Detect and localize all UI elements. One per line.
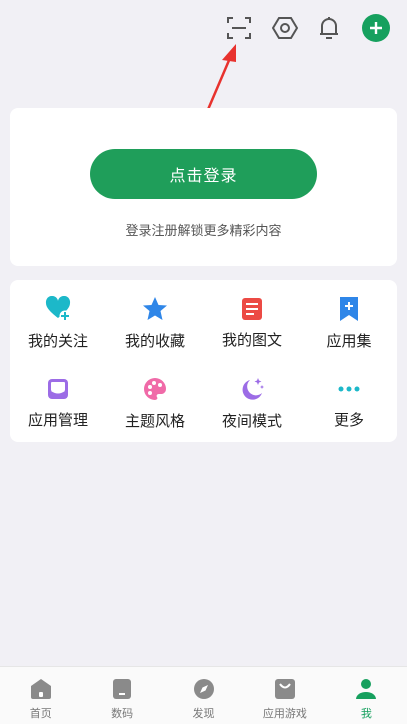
settings-icon[interactable] [267,10,303,46]
menu-item-label: 我的图文 [221,331,282,349]
document-icon [239,296,265,321]
menu-card: 我的关注 我的收藏 我的图文 应用集 应用管理 主题风格 夜间模式 更多 [10,280,397,442]
nav-label: 发现 [192,707,215,720]
nav-label: 我 [360,707,372,720]
menu-item-app-management[interactable]: 应用管理 [10,360,106,430]
user-icon [354,677,378,701]
nav-label: 首页 [29,707,52,720]
menu-item-app-collections[interactable]: 应用集 [301,280,397,350]
more-dots-icon [336,376,362,401]
login-card: 点击登录 登录注册解锁更多精彩内容 [10,108,397,266]
add-icon[interactable] [358,10,394,46]
nav-label: 应用游戏 [262,707,307,720]
top-bar [0,0,407,56]
star-icon [142,296,168,322]
bookmark-plus-icon [336,296,362,322]
menu-item-posts[interactable]: 我的图文 [204,280,300,350]
nav-item-discover[interactable]: 发现 [163,667,244,724]
menu-item-label: 夜间模式 [221,412,282,430]
menu-item-favorites[interactable]: 我的收藏 [107,280,203,350]
heart-plus-icon [45,296,71,322]
menu-item-label: 我的关注 [27,332,88,350]
bell-icon[interactable] [311,10,347,46]
menu-item-label: 主题风格 [124,412,185,430]
menu-item-more[interactable]: 更多 [301,360,397,430]
nav-item-me[interactable]: 我 [326,667,407,724]
nav-item-home[interactable]: 首页 [0,667,81,724]
menu-item-label: 应用管理 [27,411,88,429]
menu-item-night-mode[interactable]: 夜间模式 [204,360,300,430]
home-icon [29,677,53,701]
login-hint: 登录注册解锁更多精彩内容 [125,224,282,239]
menu-item-following[interactable]: 我的关注 [10,280,106,350]
menu-item-label: 更多 [333,411,364,429]
login-button[interactable]: 点击登录 [90,149,317,199]
compass-icon [192,677,216,701]
moon-icon [239,376,265,402]
nav-label: 数码 [111,707,134,720]
scan-icon[interactable] [221,10,257,46]
nav-item-apps-games[interactable]: 应用游戏 [244,667,325,724]
inbox-icon [45,376,71,401]
menu-item-label: 应用集 [326,332,372,350]
nav-item-digital[interactable]: 数码 [81,667,162,724]
menu-item-label: 我的收藏 [124,332,185,350]
menu-item-theme[interactable]: 主题风格 [107,360,203,430]
phone-icon [110,677,134,701]
palette-icon [142,376,168,402]
bag-icon [273,677,297,701]
bottom-nav: 首页 数码 发现 应用游戏 我 [0,666,407,724]
